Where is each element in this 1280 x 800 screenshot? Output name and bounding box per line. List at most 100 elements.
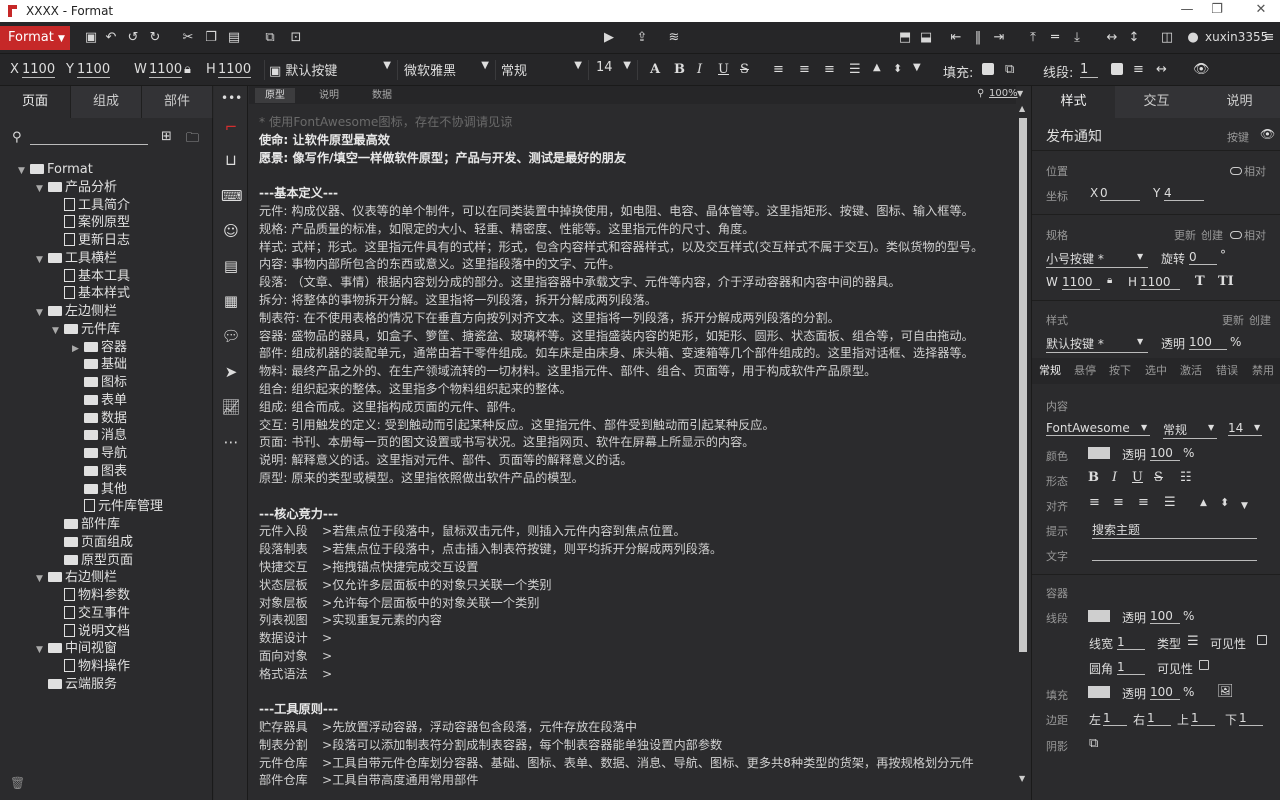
- tree-item[interactable]: 页面组成: [52, 534, 133, 552]
- feed-icon[interactable]: ≋: [665, 29, 683, 47]
- tree-item[interactable]: ▼ Format: [18, 161, 93, 179]
- copy-icon[interactable]: ❐: [202, 29, 220, 47]
- state-tab-selected[interactable]: 选中: [1145, 360, 1167, 382]
- spec-update-button[interactable]: 更新: [1174, 227, 1196, 243]
- expand-arrow-icon[interactable]: ▼: [36, 180, 48, 198]
- tree-item[interactable]: 元件库管理: [72, 498, 163, 516]
- expand-arrow-icon[interactable]: ▼: [36, 570, 48, 588]
- state-tab-disabled[interactable]: 禁用: [1252, 360, 1274, 382]
- bold-icon[interactable]: B: [674, 62, 685, 77]
- chevron-down-icon[interactable]: ▼: [1141, 423, 1147, 432]
- coord-y-input[interactable]: 4: [1164, 186, 1204, 201]
- state-tab-active[interactable]: 激活: [1180, 360, 1202, 382]
- format-menu-button[interactable]: Format ▼: [0, 26, 70, 50]
- style-create-button[interactable]: 创建: [1249, 312, 1271, 328]
- align-middle-icon[interactable]: ═: [1046, 29, 1064, 47]
- state-tab-normal[interactable]: 常规: [1039, 360, 1061, 382]
- justify-icon[interactable]: ☰: [1164, 495, 1176, 510]
- line-type-icon[interactable]: ☰: [1187, 634, 1199, 649]
- format-brush-icon[interactable]: ⌐: [221, 117, 241, 137]
- tree-item[interactable]: ▼ 左边侧栏: [36, 303, 117, 321]
- comment-icon[interactable]: 💬︎: [221, 326, 241, 346]
- inbox-icon[interactable]: ⊔: [221, 150, 241, 170]
- align-right-icon[interactable]: ≡: [824, 62, 835, 77]
- publish-icon[interactable]: ⇪: [633, 29, 651, 47]
- line-visible-checkbox[interactable]: [1257, 635, 1267, 645]
- font-icon[interactable]: A: [650, 62, 660, 77]
- text-opacity-input[interactable]: 100: [1150, 446, 1180, 461]
- align-right-icon[interactable]: ≡: [1138, 495, 1149, 510]
- tree-item[interactable]: 物料参数: [52, 587, 130, 605]
- menu-icon[interactable]: ≡: [1260, 29, 1278, 47]
- align-center-icon[interactable]: ≡: [799, 62, 810, 77]
- undo-icon[interactable]: ↶: [102, 29, 120, 47]
- tree-item[interactable]: 基本工具: [52, 268, 130, 286]
- more-circle-icon[interactable]: ⋯: [221, 432, 241, 452]
- y-input[interactable]: 1100: [77, 62, 111, 78]
- margin-bottom-input[interactable]: 1: [1239, 711, 1263, 726]
- tab-components[interactable]: 组成: [71, 86, 142, 118]
- underline-icon[interactable]: U: [1132, 470, 1143, 485]
- tab-widgets[interactable]: 部件: [142, 86, 213, 118]
- align-right-edge-icon[interactable]: ⇥: [990, 29, 1008, 47]
- expand-arrow-icon[interactable]: ▼: [36, 641, 48, 659]
- expand-arrow-icon[interactable]: ▶: [72, 340, 84, 358]
- tree-item[interactable]: 原型页面: [52, 552, 133, 570]
- chevron-down-icon[interactable]: ▼: [1017, 89, 1023, 98]
- tree-item[interactable]: 基本样式: [52, 285, 130, 303]
- spec-create-button[interactable]: 创建: [1201, 227, 1223, 243]
- align-left-icon[interactable]: ≡: [1089, 495, 1100, 510]
- add-folder-icon[interactable]: 🗀︎: [186, 129, 199, 151]
- search-input[interactable]: [30, 144, 148, 145]
- align-left-icon[interactable]: ≡: [773, 62, 784, 77]
- style-select[interactable]: 默认按键 *: [1046, 335, 1148, 353]
- eye-icon[interactable]: 👁︎: [1193, 62, 1210, 77]
- image-icon[interactable]: 🖼︎: [1217, 684, 1234, 699]
- font-select[interactable]: 微软雅黑 ▼: [400, 60, 496, 80]
- expand-arrow-icon[interactable]: ▼: [36, 304, 48, 322]
- lock-icon[interactable]: 🔒︎: [184, 62, 191, 77]
- w-input[interactable]: 1100: [149, 62, 183, 78]
- text-fit-icon[interactable]: TI: [1218, 274, 1234, 289]
- w-input[interactable]: 1100: [1062, 275, 1100, 290]
- tree-item[interactable]: ▼ 工具横栏: [36, 250, 117, 268]
- tree-item[interactable]: ▼ 元件库: [52, 321, 120, 339]
- user-icon[interactable]: ●: [1184, 29, 1202, 47]
- tree-item[interactable]: 部件库: [52, 516, 120, 534]
- smile-icon[interactable]: ☺: [221, 221, 241, 241]
- redo-icon[interactable]: ↻: [146, 29, 164, 47]
- distribute-h-icon[interactable]: ↔: [1103, 29, 1121, 47]
- h-input[interactable]: 1100: [1140, 275, 1180, 290]
- cut-icon[interactable]: ✂: [179, 29, 197, 47]
- save-icon[interactable]: ▣: [82, 29, 100, 47]
- hint-input[interactable]: 搜索主题: [1092, 521, 1257, 539]
- valign-middle-icon[interactable]: ⬍: [1220, 496, 1229, 509]
- ungroup-icon[interactable]: ⊡: [287, 29, 305, 47]
- eye-icon[interactable]: 👁︎: [1260, 127, 1275, 141]
- line-width-input[interactable]: 1: [1117, 635, 1145, 650]
- fill-color-swatch[interactable]: [1088, 686, 1110, 700]
- x-input[interactable]: 1100: [22, 62, 56, 78]
- margin-left-input[interactable]: 1: [1103, 711, 1127, 726]
- tab-description[interactable]: 说明: [1198, 86, 1280, 118]
- form-icon[interactable]: ▤: [221, 256, 241, 276]
- tree-item[interactable]: ▼ 中间视窗: [36, 640, 117, 658]
- tree-item[interactable]: 导航: [72, 445, 127, 463]
- paste-icon[interactable]: ▤: [225, 29, 243, 47]
- element-name[interactable]: 发布通知: [1046, 126, 1102, 146]
- tree-item[interactable]: 其他: [72, 481, 127, 499]
- strikethrough-icon[interactable]: S: [1154, 470, 1163, 485]
- italic-icon[interactable]: I: [697, 62, 702, 77]
- group-icon[interactable]: ⧉: [261, 29, 279, 47]
- text-input[interactable]: [1092, 546, 1257, 561]
- weight-select[interactable]: 常规 ▼: [497, 60, 589, 80]
- state-tab-hover[interactable]: 悬停: [1074, 360, 1096, 382]
- tab-interaction[interactable]: 交互: [1115, 86, 1198, 118]
- keyboard-icon[interactable]: ⌨: [221, 186, 243, 206]
- tree-item[interactable]: 说明文档: [52, 623, 130, 641]
- tree-item[interactable]: 图标: [72, 374, 127, 392]
- navigation-icon[interactable]: ➤: [221, 362, 241, 382]
- align-bottom-icon[interactable]: ⤓: [1068, 29, 1086, 47]
- radius-visible-checkbox[interactable]: [1199, 660, 1209, 670]
- expand-arrow-icon[interactable]: ▼: [36, 251, 48, 269]
